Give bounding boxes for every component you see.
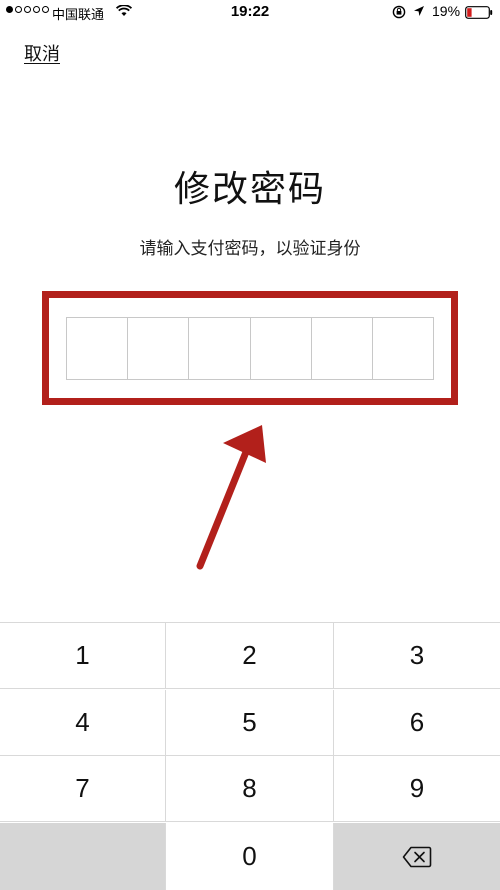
key-7[interactable]: 7 xyxy=(0,756,166,822)
annotation-arrow-icon xyxy=(196,425,266,570)
numeric-keypad: 1 2 3 4 5 6 7 8 9 0 xyxy=(0,622,500,890)
key-9[interactable]: 9 xyxy=(334,756,500,822)
key-6[interactable]: 6 xyxy=(334,690,500,756)
key-8[interactable]: 8 xyxy=(166,756,334,822)
delete-key[interactable] xyxy=(334,823,500,890)
key-1[interactable]: 1 xyxy=(0,623,166,689)
backspace-icon xyxy=(402,846,432,867)
key-0[interactable]: 0 xyxy=(166,823,334,890)
key-2[interactable]: 2 xyxy=(166,623,334,689)
key-3[interactable]: 3 xyxy=(334,623,500,689)
key-4[interactable]: 4 xyxy=(0,690,166,756)
keypad-blank-key xyxy=(0,823,166,890)
key-5[interactable]: 5 xyxy=(166,690,334,756)
